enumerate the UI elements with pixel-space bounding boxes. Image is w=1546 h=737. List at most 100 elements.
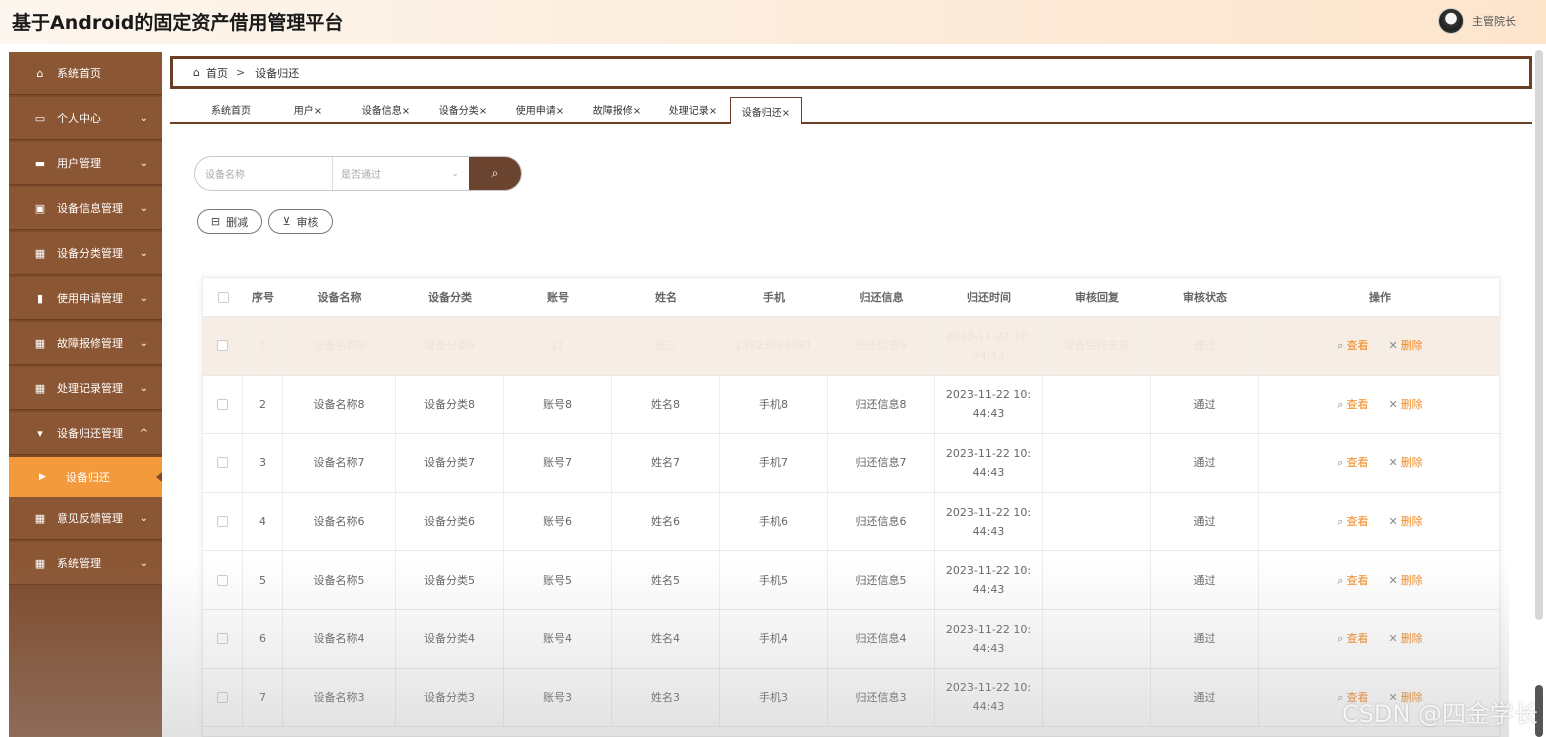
delete-label: 删除	[1400, 632, 1423, 646]
cell-status: 通过	[1151, 375, 1259, 434]
row-checkbox[interactable]	[217, 457, 228, 469]
approval-select[interactable]: 是否通过 ⌄	[333, 157, 469, 190]
tab-4[interactable]: 使用申请×	[502, 97, 578, 122]
grid-icon: ▦	[34, 511, 46, 525]
cell-account: 11	[504, 317, 612, 375]
sidebar-item-label: 系统管理	[57, 557, 101, 570]
tab-5[interactable]: 故障报修×	[579, 97, 655, 122]
tab-bar: 系统首页 用户× 设备信息× 设备分类× 使用申请× 故障报修× 处理记录× 设备归还×	[170, 97, 1532, 124]
table-row: 5 设备名称5 设备分类5 账号5 姓名5 手机5 归还信息5 2023-11-22 10:4…	[203, 551, 1499, 610]
tab-6[interactable]: 处理记录×	[656, 97, 730, 122]
close-icon: ✕	[1388, 397, 1398, 411]
home-icon[interactable]: ⌂	[193, 66, 200, 79]
cell-category: 设备分类5	[396, 551, 504, 609]
device-name-input[interactable]: 设备名称	[195, 157, 333, 190]
row-checkbox-cell	[203, 492, 243, 551]
row-checkbox[interactable]	[217, 516, 228, 528]
sidebar-item-3[interactable]: ▣ 设备信息管理 ⌄	[9, 187, 162, 230]
review-icon: ⊻	[282, 215, 291, 228]
cell-phone: 手机8	[720, 375, 828, 434]
delete-label: 删除	[1400, 456, 1423, 470]
sidebar-item-0[interactable]: ⌂ 系统首页	[9, 52, 162, 95]
sidebar-item-1[interactable]: ▭ 个人中心 ⌄	[9, 97, 162, 140]
cell-category: 设备分类6	[396, 492, 504, 551]
delete-icon: ⊟	[210, 215, 221, 228]
cell-account: 账号8	[504, 375, 612, 434]
delete-button[interactable]: ✕ 删除	[1388, 571, 1422, 590]
select-all-checkbox[interactable]	[217, 291, 229, 303]
cell-no: 1	[243, 317, 283, 375]
breadcrumb-home[interactable]: 首页	[206, 65, 228, 81]
batch-delete-button[interactable]: ⊟ 删减	[197, 209, 262, 234]
column-header: 姓名	[655, 290, 677, 304]
cell-account: 账号6	[504, 492, 612, 551]
row-checkbox[interactable]	[217, 633, 228, 645]
user-menu[interactable]: 主管院长	[1438, 8, 1516, 34]
cell-reply	[1043, 434, 1151, 492]
sidebar-item-9[interactable]: ▦ 意见反馈管理 ⌄	[9, 497, 162, 540]
cell-status: 通过	[1151, 610, 1259, 668]
row-checkbox[interactable]	[217, 398, 228, 410]
cell-phone: 手机3	[720, 668, 828, 727]
column-header: 归还信息	[859, 290, 904, 304]
scrollbar-track[interactable]	[1535, 50, 1543, 620]
row-checkbox[interactable]	[217, 340, 228, 352]
delete-label: 删除	[1400, 339, 1423, 353]
cell-status: 通过	[1151, 668, 1259, 727]
search-button[interactable]: ⌕	[469, 157, 521, 190]
delete-button[interactable]: ✕ 删除	[1388, 395, 1422, 414]
cell-return-info: 归还信息8	[828, 375, 935, 434]
tab-2[interactable]: 设备信息×	[348, 97, 424, 122]
sidebar-item-label: 设备归还管理	[57, 427, 123, 440]
tab-0[interactable]: 系统首页	[192, 97, 270, 122]
tab-3[interactable]: 设备分类×	[425, 97, 501, 122]
view-label: 查看	[1346, 456, 1369, 470]
delete-button[interactable]: ✕ 删除	[1388, 453, 1422, 472]
row-checkbox[interactable]	[217, 574, 228, 586]
view-button[interactable]: ⌕ 查看	[1337, 336, 1368, 355]
row-checkbox-cell	[203, 317, 243, 375]
breadcrumb-separator: >	[235, 66, 246, 79]
cell-person: 姓名4	[612, 610, 720, 668]
close-icon: ✕	[1388, 456, 1398, 470]
view-label: 查看	[1346, 515, 1369, 529]
column-header: 手机	[763, 290, 785, 304]
view-button[interactable]: ⌕ 查看	[1337, 453, 1368, 472]
column-header: 账号	[547, 290, 569, 304]
view-button[interactable]: ⌕ 查看	[1337, 629, 1368, 648]
sidebar-item-10[interactable]: ▦ 系统管理 ⌄	[9, 542, 162, 585]
sidebar-item-5[interactable]: ▮ 使用申请管理 ⌄	[9, 277, 162, 320]
view-button[interactable]: ⌕ 查看	[1337, 512, 1368, 531]
cell-status: 通过	[1151, 551, 1259, 609]
cell-time: 2023-11-22 10:44:43	[935, 668, 1043, 727]
breadcrumb-current: 设备归还	[255, 66, 300, 80]
tab-7[interactable]: 设备归还×	[730, 97, 802, 124]
sidebar-item-label: 系统首页	[57, 67, 101, 80]
sidebar-item-7[interactable]: ▦ 处理记录管理 ⌄	[9, 367, 162, 410]
cell-reply	[1043, 551, 1151, 609]
delete-label: 删除	[1400, 573, 1423, 587]
table-header: 序号 设备名称 设备分类 账号 姓名 手机 归还信息 归还时间 审核回复 审核状态 操作	[203, 278, 1499, 317]
cell-person: 姓名3	[612, 668, 720, 727]
tab-1[interactable]: 用户×	[270, 97, 346, 122]
sidebar-item-label: 个人中心	[57, 112, 101, 125]
review-button[interactable]: ⊻ 审核	[268, 209, 333, 234]
avatar[interactable]	[1438, 8, 1464, 34]
delete-button[interactable]: ✕ 删除	[1388, 512, 1422, 531]
delete-label: 删除	[1400, 515, 1423, 529]
delete-button[interactable]: ✕ 删除	[1388, 336, 1422, 355]
column-header: 设备分类	[428, 290, 472, 304]
sidebar-subitem-device-return[interactable]: ▶ 设备归还	[9, 457, 162, 497]
sidebar-item-8[interactable]: ▾ 设备归还管理 ^	[9, 412, 162, 455]
cell-reply	[1043, 375, 1151, 434]
sidebar-item-6[interactable]: ▦ 故障报修管理 ⌄	[9, 322, 162, 365]
sidebar-item-4[interactable]: ▦ 设备分类管理 ⌄	[9, 232, 162, 275]
view-button[interactable]: ⌕ 查看	[1337, 571, 1368, 590]
chevron-down-icon: ⌄	[139, 337, 148, 349]
row-checkbox[interactable]	[217, 691, 228, 703]
view-button[interactable]: ⌕ 查看	[1337, 395, 1368, 414]
sidebar-item-2[interactable]: ▬ 用户管理 ⌄	[9, 142, 162, 185]
cell-reply	[1043, 492, 1151, 551]
active-indicator	[156, 472, 162, 482]
delete-button[interactable]: ✕ 删除	[1388, 629, 1422, 648]
